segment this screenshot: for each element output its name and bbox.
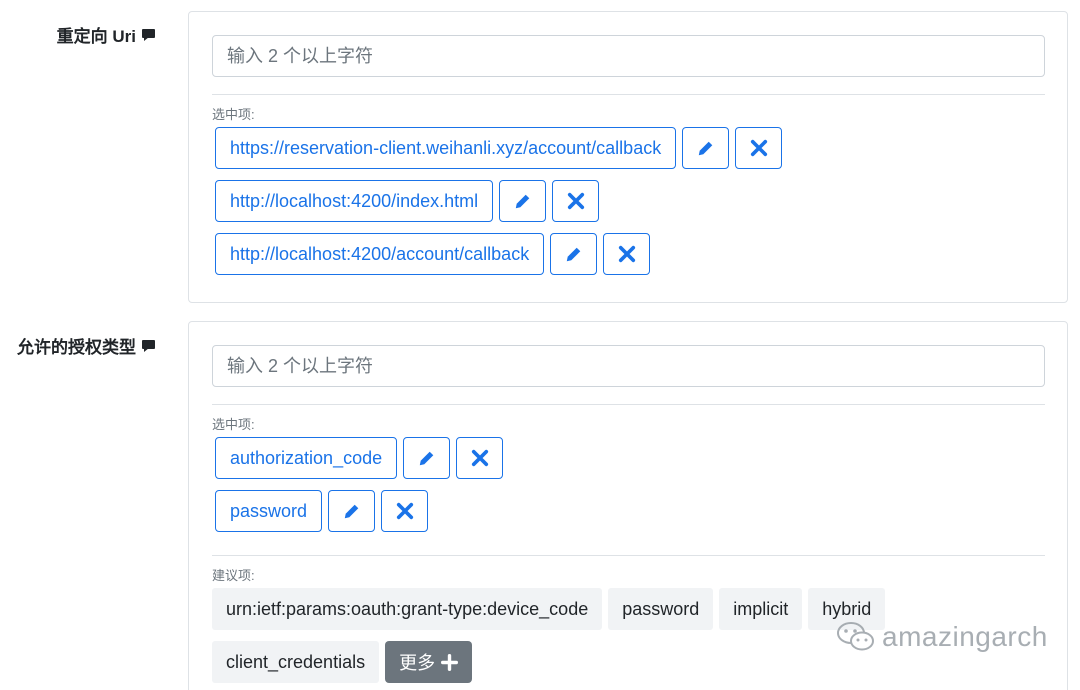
suggestion-item[interactable]: password <box>608 588 714 630</box>
selected-item: http://localhost:4200/account/callback <box>215 233 651 275</box>
pencil-icon <box>515 194 529 209</box>
selected-item: password <box>215 490 429 532</box>
remove-button[interactable] <box>456 437 504 479</box>
times-icon <box>618 245 635 263</box>
watermark: amazingarch <box>836 620 1048 654</box>
selected-caption: 选中项: <box>212 417 255 432</box>
times-icon <box>750 139 767 157</box>
selected-item-value[interactable]: https://reservation-client.weihanli.xyz/… <box>215 127 677 169</box>
selected-item: http://localhost:4200/index.html <box>215 180 600 222</box>
selected-item-value[interactable]: http://localhost:4200/index.html <box>215 180 494 222</box>
divider <box>212 94 1045 95</box>
edit-button[interactable] <box>328 490 376 532</box>
grant-types-search-input[interactable] <box>212 345 1045 387</box>
divider <box>212 404 1045 405</box>
times-icon <box>567 192 584 210</box>
selected-item: authorization_code <box>215 437 504 479</box>
edit-button[interactable] <box>403 437 451 479</box>
suggest-caption: 建议项: <box>212 568 255 583</box>
pencil-icon <box>566 247 581 262</box>
suggestion-row: urn:ietf:params:oauth:grant-type:device_… <box>212 588 886 630</box>
more-button[interactable]: 更多 <box>385 641 473 683</box>
grant-types-label: 允许的授权类型 <box>17 333 156 358</box>
selected-item-value[interactable]: password <box>215 490 323 532</box>
remove-button[interactable] <box>552 180 600 222</box>
redirect-uri-label-text: 重定向 Uri <box>56 27 136 46</box>
comment-icon <box>142 28 156 41</box>
more-button-label: 更多 <box>399 653 436 673</box>
wechat-icon <box>837 622 874 651</box>
edit-button[interactable] <box>499 180 547 222</box>
remove-button[interactable] <box>735 127 783 169</box>
watermark-text: amazingarch <box>882 621 1048 652</box>
selected-caption: 选中项: <box>212 107 255 122</box>
remove-button[interactable] <box>603 233 651 275</box>
edit-button[interactable] <box>682 127 730 169</box>
suggestion-row: client_credentials 更多 <box>212 641 473 683</box>
suggestion-item[interactable]: implicit <box>719 588 803 630</box>
edit-button[interactable] <box>550 233 598 275</box>
selected-item-value[interactable]: http://localhost:4200/account/callback <box>215 233 545 275</box>
remove-button[interactable] <box>381 490 429 532</box>
pencil-icon <box>344 504 358 519</box>
plus-icon <box>441 653 459 671</box>
suggestion-item[interactable]: urn:ietf:params:oauth:grant-type:device_… <box>212 588 603 630</box>
redirect-uri-label: 重定向 Uri <box>57 22 156 47</box>
divider <box>212 555 1045 556</box>
selected-item: https://reservation-client.weihanli.xyz/… <box>215 127 783 169</box>
times-icon <box>396 502 413 520</box>
suggestion-item[interactable]: client_credentials <box>212 641 380 683</box>
pencil-icon <box>698 141 713 156</box>
pencil-icon <box>419 451 433 466</box>
redirect-uri-search-input[interactable] <box>212 35 1045 77</box>
selected-item-value[interactable]: authorization_code <box>215 437 398 479</box>
grant-types-label-text: 允许的授权类型 <box>17 338 136 357</box>
times-icon <box>471 449 488 467</box>
redirect-uri-card: 选中项: https://reservation-client.weihanli… <box>188 11 1068 303</box>
comment-icon <box>142 339 156 352</box>
